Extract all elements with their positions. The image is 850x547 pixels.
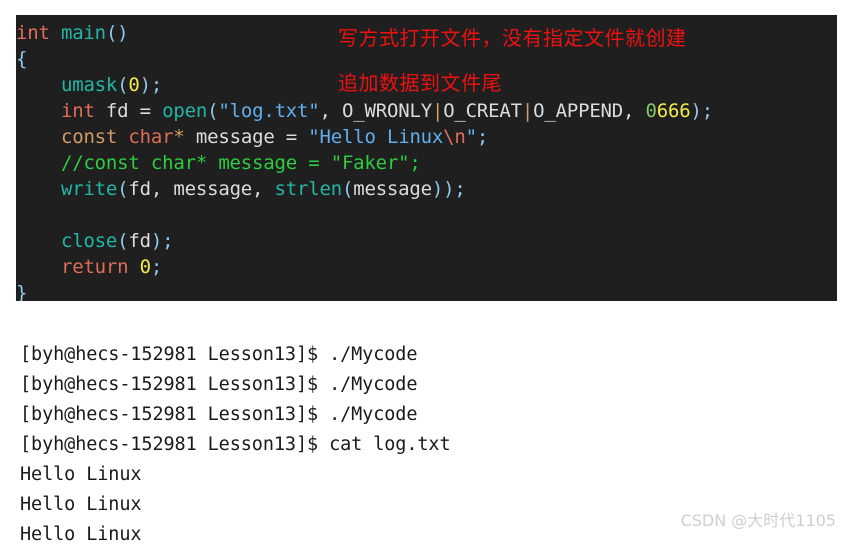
code-token: fd [94,100,140,122]
code-token: ( [341,178,354,200]
code-line: { [16,46,27,72]
code-token: ; [150,256,163,278]
code-token: message [184,126,286,148]
code-token: ( [117,178,129,200]
code-token: | [521,100,534,122]
code-token: ); [150,230,174,252]
code-token: )); [431,178,466,200]
csdn-watermark: CSDN @大时代1105 [680,511,836,530]
code-token: ( [117,230,129,252]
code-token: ); [139,74,163,96]
code-token: close [60,230,118,252]
code-token: strlen [274,178,343,200]
code-token: ); [690,100,714,122]
code-token: "log.txt" [218,100,320,122]
terminal-line: Hello Linux [20,524,142,545]
code-token: , [623,100,646,122]
terminal-line: [byh@hecs-152981 Lesson13]$ ./Mycode [20,404,418,425]
code-token: int [16,22,50,44]
code-token: } [16,282,28,301]
code-token: () [105,22,129,44]
code-token: fd [128,230,151,252]
code-token: message [353,178,432,200]
code-line: //const char* message = "Faker"; [16,150,421,176]
code-line: write(fd, message, strlen(message)); [16,176,466,202]
code-token: \n [443,126,466,148]
code-token: " [465,126,477,148]
code-token: umask [60,74,118,96]
terminal-line: Hello Linux [20,494,142,515]
annotation-open-mode: 写方式打开文件，没有指定文件就创建 [338,26,687,50]
code-token: | [431,100,444,122]
code-token: ; [476,126,489,148]
code-token: = [139,100,151,122]
terminal-line: [byh@hecs-152981 Lesson13]$ ./Mycode [20,344,418,365]
code-token: "Hello Linux [308,126,444,148]
code-block: int main(){ umask(0); int fd = open("log… [16,15,837,301]
terminal-output: [byh@hecs-152981 Lesson13]$ ./Mycode [byh… [0,301,850,545]
code-line: return 0; [16,254,162,280]
code-token: fd, message, [128,178,275,200]
code-token: ( [207,100,219,122]
code-token: = [285,126,298,148]
code-token: main [60,22,106,44]
code-token: , [319,100,343,122]
code-line: int fd = open("log.txt", O_WRONLY|O_CREA… [16,98,713,124]
code-token: 666 [656,100,691,122]
code-token: O_WRONLY [342,100,432,122]
code-token: O_CREAT [443,100,522,122]
code-line: umask(0); [16,72,162,98]
code-line: } [16,280,27,301]
code-token: open [162,100,208,122]
code-token: char [128,126,174,148]
code-token: { [16,48,28,70]
code-token: 0 [128,74,140,96]
code-token: O_APPEND [533,100,624,122]
terminal-line: Hello Linux [20,464,142,485]
code-token: //const char* message = "Faker"; [60,152,421,174]
code-token: 0 [139,256,151,278]
code-line: const char* message = "Hello Linux\n"; [16,124,488,150]
terminal-line: [byh@hecs-152981 Lesson13]$ ./Mycode [20,374,418,395]
code-token: const [60,126,118,148]
code-token: ( [117,74,129,96]
terminal-line: [byh@hecs-152981 Lesson13]$ cat log.txt [20,434,451,455]
code-token: return [60,256,129,278]
code-token: write [60,178,118,200]
code-line: close(fd); [16,228,174,254]
code-token: * [173,126,185,148]
code-line: int main() [16,20,129,46]
annotation-append-mode: 追加数据到文件尾 [338,71,502,95]
code-token: int [60,100,95,122]
code-token: 0 [645,100,657,122]
